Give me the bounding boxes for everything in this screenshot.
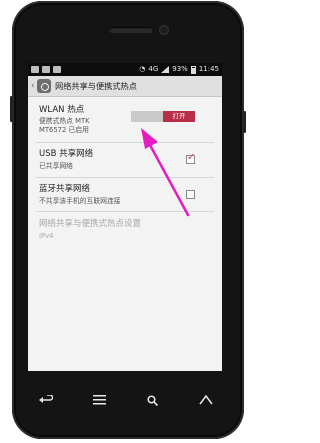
navigation-bar — [36, 390, 216, 410]
back-icon[interactable] — [36, 390, 56, 410]
annotation-arrow — [141, 128, 190, 217]
home-icon[interactable] — [196, 390, 216, 410]
search-icon[interactable] — [143, 390, 163, 410]
menu-icon[interactable] — [89, 390, 109, 410]
